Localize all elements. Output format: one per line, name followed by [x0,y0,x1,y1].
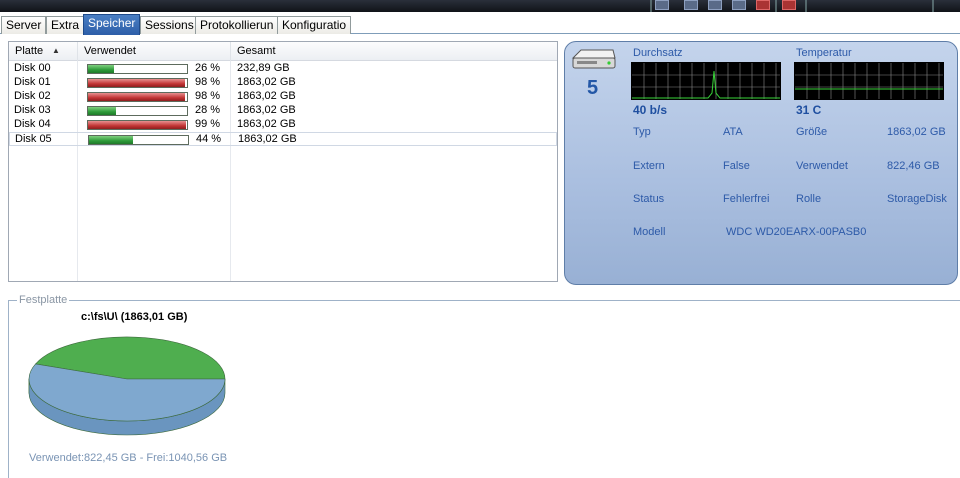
sort-ascending-icon: ▲ [52,46,60,55]
column-header-platte[interactable]: Platte ▲ [9,42,78,61]
disk-usage-pie-chart [28,336,226,436]
tab-sessions[interactable]: Sessions [140,16,199,34]
disk-row[interactable]: Disk 05 44 % 1863,02 GB [9,132,557,146]
toolbar-icon[interactable] [655,0,669,10]
groesse-value: 1863,02 GB [887,126,946,138]
hard-drive-icon [571,49,616,69]
temperature-value: 31 C [796,103,822,117]
status-value: Fehlerfrei [723,193,770,205]
typ-label: Typ [633,126,651,138]
disk-row[interactable]: Disk 04 99 % 1863,02 GB [9,118,557,132]
festplatte-group: Festplatte c:\fs\U\ (1863,01 GB) Verwend… [8,294,960,478]
column-header-verwendet[interactable]: Verwendet [78,42,231,61]
disk-name: Disk 05 [15,133,52,145]
usage-bar-fill [89,136,133,144]
disk-row[interactable]: Disk 01 98 % 1863,02 GB [9,76,557,90]
disk-total-size: 1863,02 GB [238,133,297,145]
disk-list-header: Platte ▲ Verwendet Gesamt [9,42,557,61]
usage-percent: 99 % [195,118,221,130]
disk-name: Disk 04 [14,118,51,130]
disk-number: 5 [587,77,599,99]
usage-percent: 26 % [195,62,221,74]
tab-speicher[interactable]: Speicher [83,14,141,35]
status-label: Status [633,193,665,205]
toolbar-separator [932,0,934,12]
usage-bar [87,64,188,74]
tab-server[interactable]: Server [1,16,47,34]
throughput-label: Durchsatz [633,47,683,59]
disk-name: Disk 01 [14,76,51,88]
disk-total-size: 1863,02 GB [237,104,296,116]
throughput-graph [631,62,781,100]
disk-info-panel: 5 Durchsatz 40 b/s Temperatur 31 C Typ A… [564,41,958,285]
toolbar-icon[interactable] [732,0,746,10]
usage-percent: 98 % [195,90,221,102]
disk-name: Disk 02 [14,90,51,102]
toolbar-separator [805,0,807,12]
tab-bar: Server Extra Speicher Sessions Protokoll… [0,14,960,35]
disk-row[interactable]: Disk 03 28 % 1863,02 GB [9,104,557,118]
usage-bar [88,135,189,145]
usage-bar-fill [88,107,116,115]
usage-bar-fill [88,93,186,101]
usage-percent: 98 % [195,76,221,88]
tab-protokollierung[interactable]: Protokollierun [195,16,279,34]
modell-value: WDC WD20EARX-00PASB0 [726,226,867,238]
temperature-label: Temperatur [796,47,852,59]
disk-name: Disk 03 [14,104,51,116]
tab-extra[interactable]: Extra [46,16,85,34]
toolbar-icon[interactable] [684,0,698,10]
usage-bar [87,106,188,116]
disk-list[interactable]: Platte ▲ Verwendet Gesamt Disk 00 26 % 232… [8,41,558,282]
disk-usage-legend: Verwendet:822,45 GB - Frei:1040,56 GB [29,452,228,464]
verwendet-value: 822,46 GB [887,160,940,172]
disk-name: Disk 00 [14,62,51,74]
temperature-graph [794,62,944,100]
window-title-strip [0,0,960,12]
usage-bar-fill [88,65,114,73]
toolbar-icon[interactable] [782,0,796,10]
disk-total-size: 1863,02 GB [237,118,296,130]
toolbar-icon[interactable] [708,0,722,10]
disk-total-size: 1863,02 GB [237,76,296,88]
disk-row[interactable]: Disk 00 26 % 232,89 GB [9,62,557,76]
usage-bar [87,120,188,130]
rolle-label: Rolle [796,193,822,205]
modell-label: Modell [633,226,666,238]
usage-percent: 28 % [195,104,221,116]
groesse-label: Größe [796,126,828,138]
toolbar-separator [650,0,652,12]
festplatte-title: Festplatte [17,294,70,306]
toolbar-icon[interactable] [756,0,770,10]
extern-label: Extern [633,160,665,172]
usage-bar-fill [88,121,186,129]
disk-total-size: 1863,02 GB [237,90,296,102]
typ-value: ATA [723,126,743,138]
usage-bar [87,78,188,88]
throughput-value: 40 b/s [633,103,668,117]
usage-percent: 44 % [196,133,222,145]
extern-value: False [723,160,750,172]
verwendet-label: Verwendet [796,160,848,172]
usage-bar-fill [88,79,186,87]
tab-konfiguration[interactable]: Konfiguratio [277,16,352,34]
usage-bar [87,92,188,102]
toolbar-separator [775,0,777,12]
disk-total-size: 232,89 GB [237,62,290,74]
disk-row[interactable]: Disk 02 98 % 1863,02 GB [9,90,557,104]
rolle-value: StorageDisk [887,193,947,205]
column-header-gesamt[interactable]: Gesamt [231,42,557,61]
